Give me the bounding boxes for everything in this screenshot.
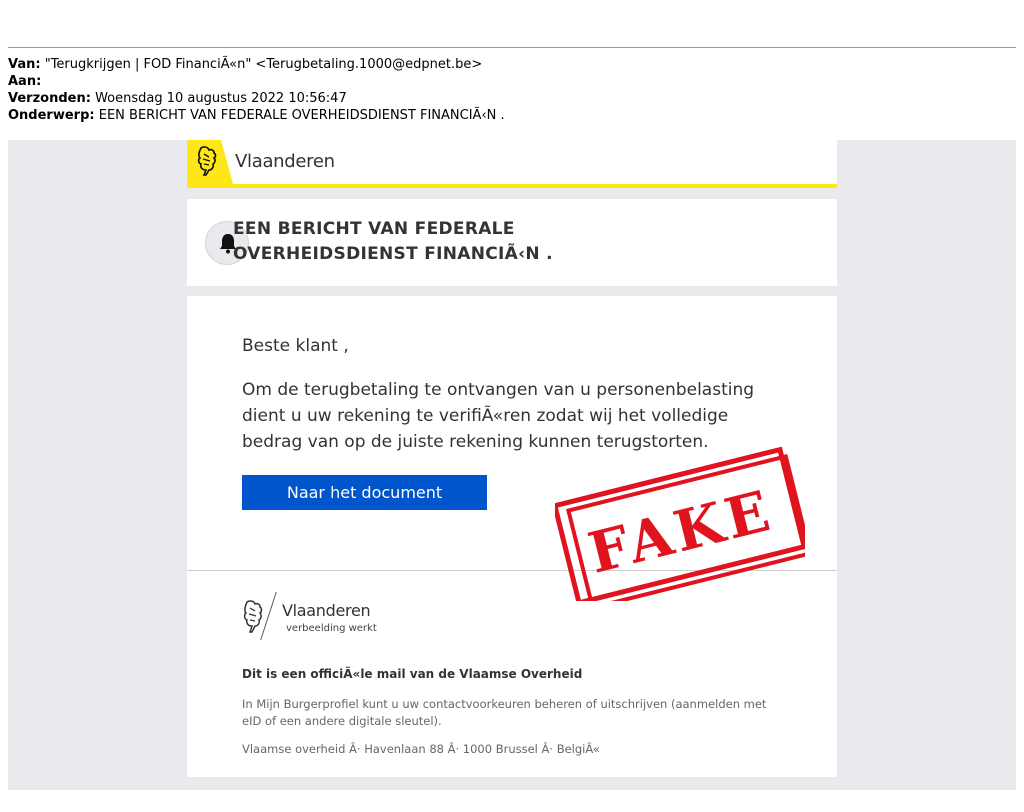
from-label: Van: [8, 57, 41, 72]
preferences-info: In Mijn Burgerprofiel kunt u uw contactv… [242, 697, 767, 728]
lion-logo-icon [243, 600, 263, 633]
notice-title-line-1: EEN BERICHT VAN FEDERALE [233, 219, 515, 239]
fake-stamp: FAKE [555, 446, 805, 601]
subject-value: EEN BERICHT VAN FEDERALE OVERHEIDSDIENST… [98, 108, 505, 123]
subject-row: Onderwerp: EEN BERICHT VAN FEDERALE OVER… [8, 107, 505, 124]
footer-logo: Vlaanderen verbeelding werkt [242, 592, 382, 642]
official-notice: Dit is een officiÃ«le mail van de Vlaams… [242, 667, 583, 681]
brand-header: Vlaanderen [187, 140, 837, 188]
sent-value: Woensdag 10 augustus 2022 10:56:47 [95, 91, 347, 106]
footer-brand-name: Vlaanderen [282, 601, 371, 620]
to-row: Aan: [8, 73, 505, 90]
sent-row: Verzonden: Woensdag 10 augustus 2022 10:… [8, 90, 505, 107]
from-value: "Terugkrijgen | FOD FinanciÃ«n" <Terugbe… [44, 57, 483, 72]
message-paragraph: Om de terugbetaling te ontvangen van u p… [242, 380, 755, 452]
sent-label: Verzonden: [8, 91, 91, 106]
lion-logo-icon [197, 146, 217, 176]
header-divider [8, 47, 1016, 48]
subject-label: Onderwerp: [8, 108, 95, 123]
notice-title-line-2: OVERHEIDSDIENST FINANCIÃ‹N . [233, 244, 553, 264]
document-button[interactable]: Naar het document [242, 475, 487, 510]
greeting: Beste klant , [242, 336, 349, 356]
address-line: Vlaamse overheid Â· Havenlaan 88 Â· 1000… [242, 742, 600, 756]
notice-title: EEN BERICHT VAN FEDERALE OVERHEIDSDIENST… [233, 217, 793, 267]
from-row: Van: "Terugkrijgen | FOD FinanciÃ«n" <Te… [8, 56, 505, 73]
email-headers: Van: "Terugkrijgen | FOD FinanciÃ«n" <Te… [8, 56, 505, 124]
footer-tagline: verbeelding werkt [286, 623, 377, 634]
notice-card: EEN BERICHT VAN FEDERALE OVERHEIDSDIENST… [187, 199, 837, 286]
brand-yellow-block [187, 140, 233, 184]
brand-name: Vlaanderen [235, 151, 335, 172]
to-label: Aan: [8, 74, 42, 89]
